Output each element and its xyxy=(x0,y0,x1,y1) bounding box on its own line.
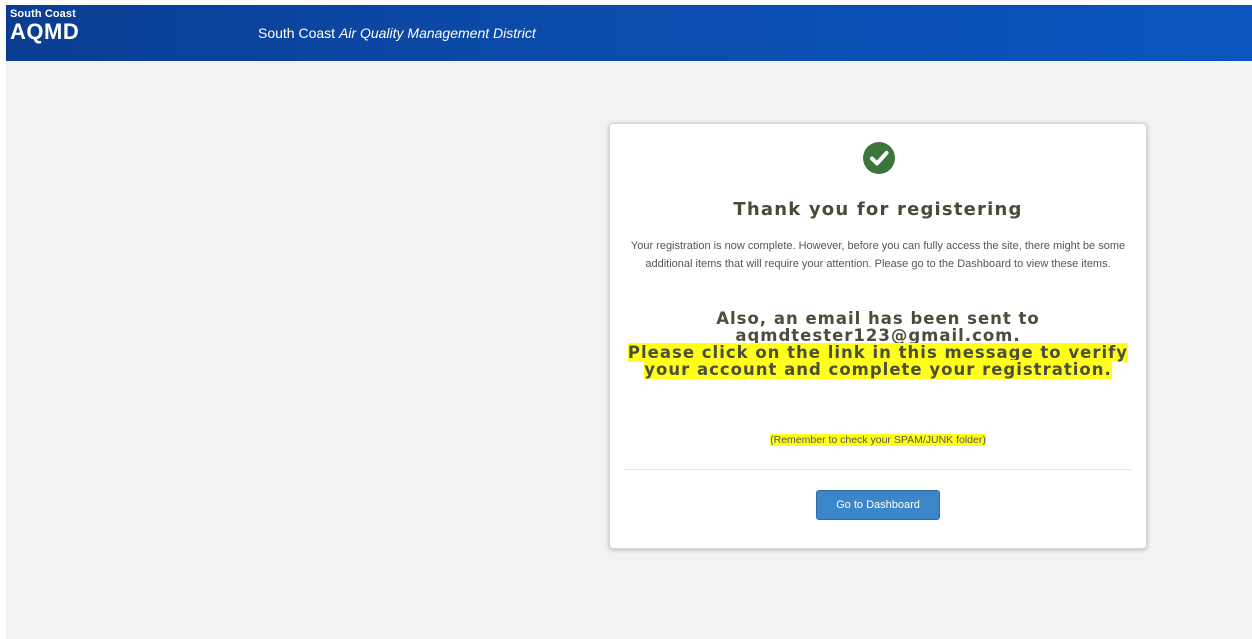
check-circle-icon xyxy=(863,142,895,174)
aqmd-logo[interactable]: South Coast AQMD xyxy=(10,9,79,43)
site-title: South Coast Air Quality Management Distr… xyxy=(258,25,536,41)
logo-big-text: AQMD xyxy=(10,19,80,44)
registration-message: Your registration is now complete. Howev… xyxy=(630,240,1126,270)
email-notice: Also, an email has been sent to aqmdtest… xyxy=(620,309,1136,379)
site-title-italic: Air Quality Management District xyxy=(338,25,536,41)
spam-note-wrap: (Remember to check your SPAM/JUNK folder… xyxy=(610,434,1146,446)
card-divider xyxy=(624,469,1132,470)
page-background: South Coast AQMD South Coast Air Quality… xyxy=(6,5,1252,639)
email-address: aqmdtester123@gmail.com. xyxy=(735,326,1021,345)
verify-instruction: Please click on the link in this message… xyxy=(627,343,1129,379)
verify-instruction-wrap: Please click on the link in this message… xyxy=(620,343,1136,379)
site-header: South Coast AQMD South Coast Air Quality… xyxy=(6,5,1252,61)
go-to-dashboard-button[interactable]: Go to Dashboard xyxy=(816,490,940,520)
email-notice-line1: Also, an email has been sent to xyxy=(716,309,1040,328)
site-title-plain: South Coast xyxy=(258,25,336,41)
card-title: Thank you for registering xyxy=(733,199,1023,220)
registration-confirmation-card: Thank you for registering Your registrat… xyxy=(609,123,1147,549)
spam-note: (Remember to check your SPAM/JUNK folder… xyxy=(770,434,986,446)
